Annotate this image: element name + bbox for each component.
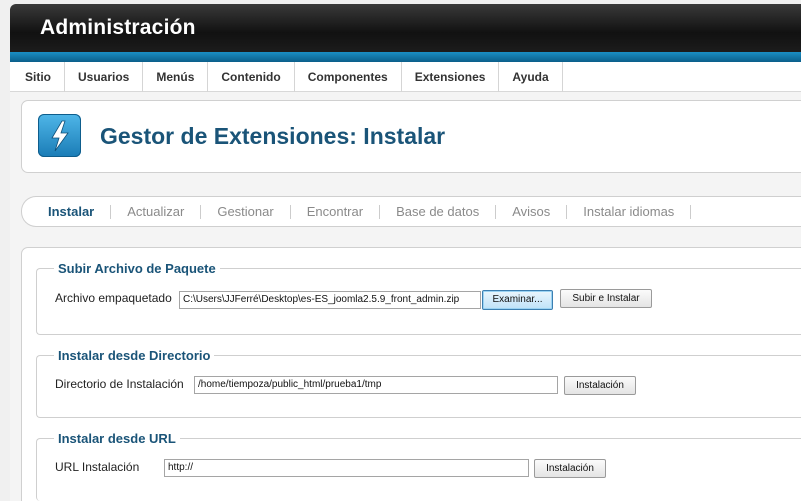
package-file-input[interactable]: C:\Users\JJFerré\Desktop\es-ES_joomla2.5… bbox=[179, 291, 481, 309]
browse-button[interactable]: Examinar... bbox=[482, 290, 553, 310]
url-legend: Instalar desde URL bbox=[54, 431, 180, 446]
menu-item-menus[interactable]: Menús bbox=[143, 62, 209, 92]
tab-instalar-idiomas[interactable]: Instalar idiomas bbox=[567, 204, 692, 219]
directory-input[interactable]: /home/tiempoza/public_html/prueba1/tmp bbox=[194, 376, 558, 394]
menu-item-componentes[interactable]: Componentes bbox=[295, 62, 402, 92]
page-title: Gestor de Extensiones: Instalar bbox=[100, 123, 446, 149]
tab-gestionar[interactable]: Gestionar bbox=[201, 204, 291, 219]
menu-item-sitio[interactable]: Sitio bbox=[10, 62, 65, 92]
app-title: Administración bbox=[40, 16, 196, 39]
directory-legend: Instalar desde Directorio bbox=[54, 348, 215, 363]
submenu-tabs: Instalar Actualizar Gestionar Encontrar … bbox=[21, 196, 801, 227]
directory-install-button[interactable]: Instalación bbox=[564, 376, 636, 395]
bolt-icon bbox=[38, 114, 81, 157]
menu-item-usuarios[interactable]: Usuarios bbox=[65, 62, 144, 92]
header-accent-bar bbox=[10, 52, 801, 62]
menu-item-ayuda[interactable]: Ayuda bbox=[499, 62, 563, 92]
tab-actualizar[interactable]: Actualizar bbox=[111, 204, 202, 219]
tab-avisos[interactable]: Avisos bbox=[496, 204, 568, 219]
menu-item-extensiones[interactable]: Extensiones bbox=[402, 62, 500, 92]
url-label: URL Instalación bbox=[55, 460, 140, 474]
directory-label: Directorio de Instalación bbox=[55, 377, 184, 391]
main-menu: Sitio Usuarios Menús Contenido Component… bbox=[10, 62, 801, 92]
tab-encontrar[interactable]: Encontrar bbox=[291, 204, 381, 219]
tab-instalar[interactable]: Instalar bbox=[36, 204, 112, 219]
admin-header: Administración bbox=[10, 4, 801, 52]
menu-item-contenido[interactable]: Contenido bbox=[208, 62, 295, 92]
upload-legend: Subir Archivo de Paquete bbox=[54, 261, 220, 276]
tab-base-de-datos[interactable]: Base de datos bbox=[380, 204, 497, 219]
url-input[interactable]: http:// bbox=[164, 459, 529, 477]
url-install-button[interactable]: Instalación bbox=[534, 459, 606, 478]
upload-install-button[interactable]: Subir e Instalar bbox=[560, 289, 652, 308]
package-file-label: Archivo empaquetado bbox=[55, 291, 172, 305]
